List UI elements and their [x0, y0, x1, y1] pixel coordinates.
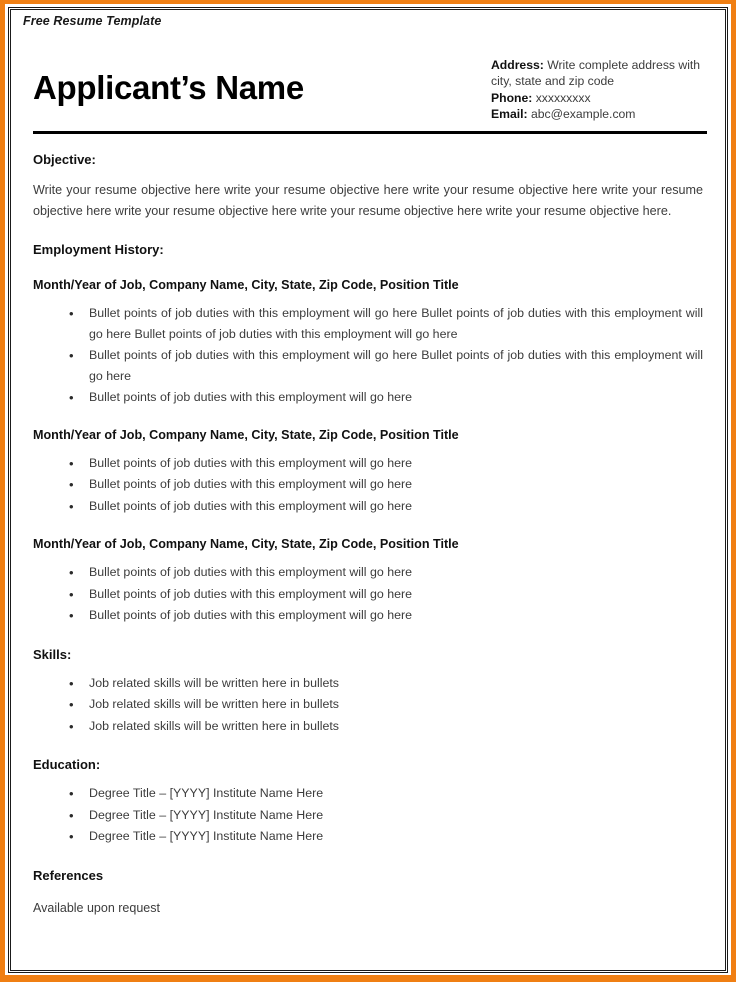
contact-email-label: Email: [491, 107, 528, 122]
contact-address: Address: Write complete address with cit… [491, 57, 709, 90]
contact-phone-label: Phone: [491, 90, 533, 105]
job-title-line: Month/Year of Job, Company Name, City, S… [33, 277, 459, 292]
job-bullet-list: Bullet points of job duties with this em… [33, 453, 705, 518]
resume-header: Applicant’s Name Address: Write complete… [21, 55, 715, 123]
page-outer-border: Free Resume Template Applicant’s Name Ad… [0, 0, 736, 982]
objective-body-text: Write your resume objective here write y… [33, 182, 703, 218]
contact-phone: Phone: xxxxxxxxx [491, 90, 709, 106]
list-item: Job related skills will be written here … [33, 694, 705, 716]
list-item: Bullet points of job duties with this em… [33, 387, 705, 408]
list-item: Bullet points of job duties with this em… [33, 453, 705, 475]
job-title-line: Month/Year of Job, Company Name, City, S… [33, 427, 459, 442]
contact-address-label: Address: [491, 58, 544, 72]
section-heading-objective: Objective: [33, 151, 96, 167]
section-heading-employment-history: Employment History: [33, 241, 164, 257]
page-inner-border: Free Resume Template Applicant’s Name Ad… [8, 7, 728, 973]
template-label: Free Resume Template [23, 14, 162, 28]
section-heading-references: References [33, 867, 104, 883]
list-item: Bullet points of job duties with this em… [33, 562, 705, 584]
applicant-name: Applicant’s Name [33, 69, 304, 106]
list-item: Bullet points of job duties with this em… [33, 496, 705, 518]
education-bullet-list: Degree Title – [YYYY] Institute Name Her… [33, 783, 705, 848]
list-item: Bullet points of job duties with this em… [33, 474, 705, 496]
contact-info-block: Address: Write complete address with cit… [491, 57, 709, 123]
job-bullet-list: Bullet points of job duties with this em… [33, 303, 705, 408]
contact-email: Email: abc@example.com [491, 106, 709, 122]
resume-body: Objective: Write your resume objective h… [21, 152, 715, 918]
job-bullet-list: Bullet points of job duties with this em… [33, 562, 705, 627]
job-title-line: Month/Year of Job, Company Name, City, S… [33, 537, 459, 552]
list-item: Degree Title – [YYYY] Institute Name Her… [33, 783, 705, 805]
list-item: Bullet points of job duties with this em… [33, 345, 705, 387]
list-item: Degree Title – [YYYY] Institute Name Her… [33, 805, 705, 827]
section-heading-skills: Skills: [33, 646, 72, 662]
list-item: Job related skills will be written here … [33, 716, 705, 738]
list-item: Bullet points of job duties with this em… [33, 605, 705, 627]
contact-phone-value: xxxxxxxxx [532, 90, 591, 105]
references-body-text: Available upon request [33, 900, 160, 915]
contact-email-value: abc@example.com [527, 107, 636, 122]
list-item: Bullet points of job duties with this em… [33, 584, 705, 606]
resume-document: Free Resume Template Applicant’s Name Ad… [11, 10, 725, 970]
list-item: Job related skills will be written here … [33, 673, 705, 695]
list-item: Bullet points of job duties with this em… [33, 303, 705, 345]
section-heading-education: Education: [33, 757, 101, 773]
header-divider-rule [33, 130, 707, 134]
skills-bullet-list: Job related skills will be written here … [33, 673, 705, 738]
list-item: Degree Title – [YYYY] Institute Name Her… [33, 826, 705, 848]
